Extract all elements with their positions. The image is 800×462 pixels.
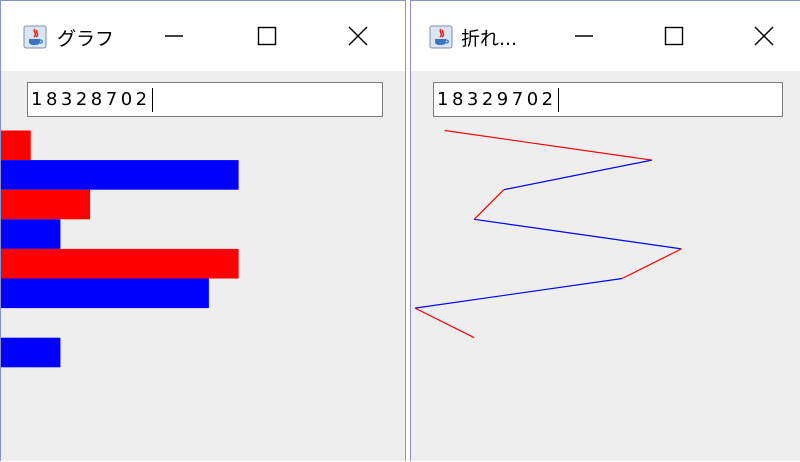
line-graph-window: 折れ... 18329702 bbox=[410, 0, 800, 461]
minimize-button[interactable] bbox=[151, 13, 197, 59]
close-icon bbox=[754, 26, 774, 46]
line-chart bbox=[414, 129, 682, 339]
minimize-icon bbox=[575, 35, 593, 37]
close-button[interactable] bbox=[335, 13, 381, 59]
content-panel: 18328702 bbox=[1, 71, 405, 461]
title-bar[interactable]: 折れ... bbox=[411, 1, 800, 71]
bar-1 bbox=[1, 160, 239, 190]
maximize-button[interactable] bbox=[651, 13, 697, 59]
bar-7 bbox=[1, 337, 61, 368]
java-icon[interactable] bbox=[429, 25, 453, 49]
maximize-button[interactable] bbox=[244, 13, 290, 59]
minimize-icon bbox=[165, 35, 183, 37]
java-icon[interactable] bbox=[23, 25, 47, 49]
bar-5 bbox=[1, 278, 209, 309]
line-segment-1 bbox=[503, 159, 652, 191]
bar-3 bbox=[1, 219, 61, 249]
bar-4 bbox=[1, 248, 239, 279]
bar-2 bbox=[1, 189, 91, 220]
bar-graph-window: グラフ 18328702 bbox=[0, 0, 406, 461]
maximize-icon bbox=[664, 26, 684, 46]
line-segment-6 bbox=[414, 307, 475, 339]
close-button[interactable] bbox=[741, 13, 787, 59]
window-title: 折れ... bbox=[461, 28, 518, 50]
content-panel: 18329702 bbox=[411, 71, 800, 461]
line-segment-4 bbox=[621, 248, 682, 280]
close-icon bbox=[348, 26, 368, 46]
bar-0 bbox=[1, 130, 31, 161]
window-title: グラフ bbox=[57, 28, 115, 50]
line-segment-5 bbox=[414, 277, 623, 309]
bar-chart bbox=[1, 130, 239, 368]
line-segment-3 bbox=[474, 218, 682, 250]
minimize-button[interactable] bbox=[561, 13, 607, 59]
title-bar[interactable]: グラフ bbox=[1, 1, 405, 71]
line-segment-0 bbox=[444, 129, 652, 161]
maximize-icon bbox=[257, 26, 277, 46]
line-segment-2 bbox=[473, 189, 505, 220]
